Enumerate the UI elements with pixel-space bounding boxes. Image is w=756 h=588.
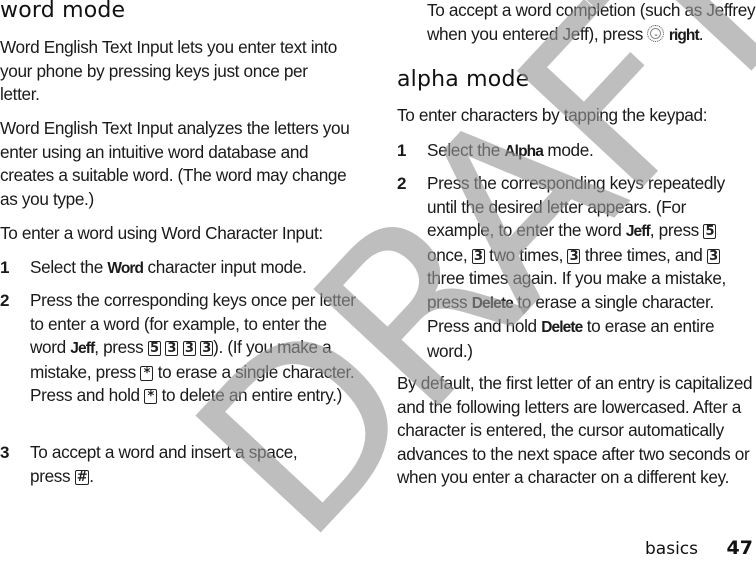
step-number: 1	[397, 141, 407, 160]
step-number: 2	[397, 174, 407, 193]
step-text: Press the corresponding keys repeatedly …	[427, 172, 756, 363]
key-5-icon: 5	[147, 341, 161, 356]
step-text: Select the Alpha mode.	[427, 139, 756, 164]
section-heading-word-mode: word mode	[0, 0, 126, 23]
word-completion-note: To accept a word completion (such as Jef…	[427, 0, 756, 47]
key-3-icon: 3	[706, 248, 720, 264]
key-pound-icon: #	[74, 469, 90, 485]
step-text: To accept a word and insert a space, pre…	[30, 441, 330, 488]
text: mode.	[542, 140, 594, 160]
key-3-icon: 3	[200, 341, 214, 356]
paragraph-analyzes: Word English Text Input analyzes the let…	[0, 118, 350, 209]
section-heading-alpha-mode: alpha mode	[397, 67, 530, 92]
text: To accept a word completion (such as Jef…	[427, 0, 756, 44]
mode-name-word: Word	[107, 260, 144, 277]
step-number: 2	[0, 291, 10, 310]
key-3-icon: 3	[165, 341, 179, 356]
step-1-alpha: 1 Select the Alpha mode.	[397, 139, 756, 164]
step-text: Press the corresponding keys once per le…	[30, 289, 360, 408]
text: .	[89, 465, 94, 486]
example-word: Jeff	[625, 223, 651, 240]
key-star-icon: *	[140, 365, 154, 381]
paragraph-closing: By default, the first letter of an entry…	[397, 373, 753, 487]
step-number: 1	[0, 258, 10, 277]
step-2-word: 2 Press the corresponding keys once per …	[0, 289, 372, 408]
text: , press	[649, 220, 704, 240]
step-2-alpha: 2 Press the corresponding keys repeatedl…	[397, 172, 756, 363]
paragraph-alpha-intro: To enter characters by tapping the keypa…	[397, 105, 708, 125]
page-number: 47	[726, 537, 753, 559]
text: To accept a word and insert a space, pre…	[30, 442, 298, 486]
key-3-icon: 3	[471, 248, 485, 264]
example-word: Jeff	[70, 340, 95, 357]
step-number: 3	[0, 443, 10, 462]
text: three times, and	[580, 244, 707, 265]
paragraph-intro: Word English Text Input lets you enter t…	[0, 37, 338, 104]
text: to delete an entire entry.)	[157, 385, 343, 405]
key-star-icon: *	[144, 389, 158, 404]
text: once,	[427, 244, 472, 265]
key-5-icon: 5	[703, 224, 717, 239]
key-3-icon: 3	[182, 341, 196, 356]
footer-section-name: basics	[645, 539, 698, 559]
step-text: Select the Word character input mode.	[30, 256, 372, 281]
step-1-word: 1 Select the Word character input mode.	[0, 256, 372, 281]
key-3-icon: 3	[567, 248, 581, 264]
mode-name-alpha: Alpha	[504, 143, 543, 160]
page-footer: basics 47	[556, 535, 756, 559]
text: character input mode.	[143, 257, 307, 277]
nav-key-icon	[647, 24, 665, 47]
text: Select the	[30, 257, 108, 277]
text: .	[698, 23, 704, 44]
key-name-delete: Delete	[541, 319, 583, 336]
text: two times,	[484, 244, 568, 265]
text: , press	[94, 337, 148, 357]
text: Select the	[427, 140, 505, 160]
paragraph-to-enter-word: To enter a word using Word Character Inp…	[0, 223, 323, 243]
direction-right: right	[668, 26, 700, 44]
key-name-delete: Delete	[471, 294, 514, 312]
step-3-word: 3 To accept a word and insert a space, p…	[0, 441, 372, 488]
